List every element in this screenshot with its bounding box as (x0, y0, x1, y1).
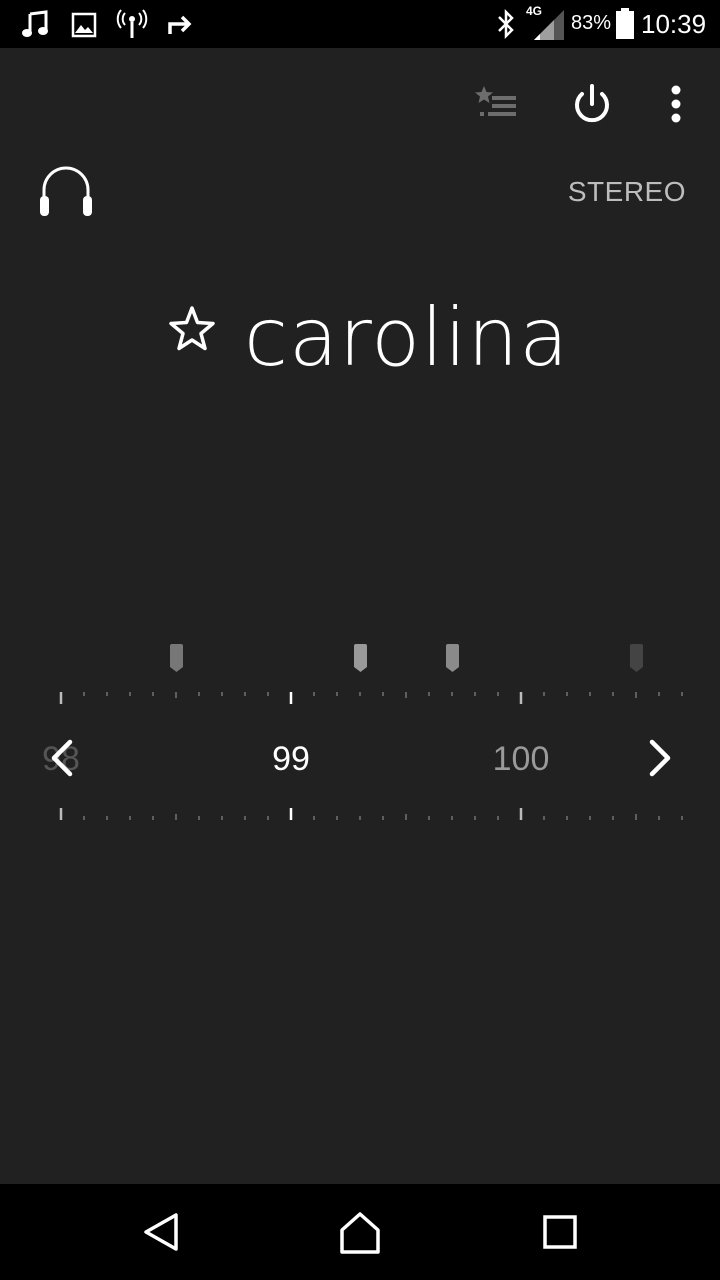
image-icon (71, 12, 97, 38)
frequency-label-100: 100 (493, 740, 550, 778)
home-icon[interactable] (328, 1200, 392, 1264)
signal-icon (534, 10, 564, 40)
broadcast-icon (116, 9, 148, 38)
status-bar: 4G 83% 10:39 (0, 0, 720, 48)
ticks-top (59, 692, 683, 704)
frequency-label-99: 99 (272, 740, 310, 778)
preset-marker (446, 644, 459, 672)
navigation-bar (0, 1184, 720, 1280)
preset-markers (170, 644, 643, 672)
frequency-label-98: 98 (42, 740, 80, 778)
battery-icon (616, 8, 634, 39)
share-forward-icon (168, 15, 192, 34)
chevron-right-icon[interactable] (649, 739, 671, 777)
preset-marker (170, 644, 183, 672)
battery-percent: 83% (571, 12, 612, 34)
radio-app: STEREO carolina 98 99 100 (0, 48, 720, 1184)
ticks-bottom (59, 808, 683, 820)
music-note-icon (22, 10, 48, 37)
bluetooth-icon (498, 8, 514, 40)
frequency-tuner[interactable]: 98 99 100 (0, 48, 720, 1184)
back-icon[interactable] (128, 1200, 192, 1264)
preset-marker (630, 644, 643, 672)
recents-icon[interactable] (528, 1200, 592, 1264)
clock: 10:39 (641, 9, 707, 39)
